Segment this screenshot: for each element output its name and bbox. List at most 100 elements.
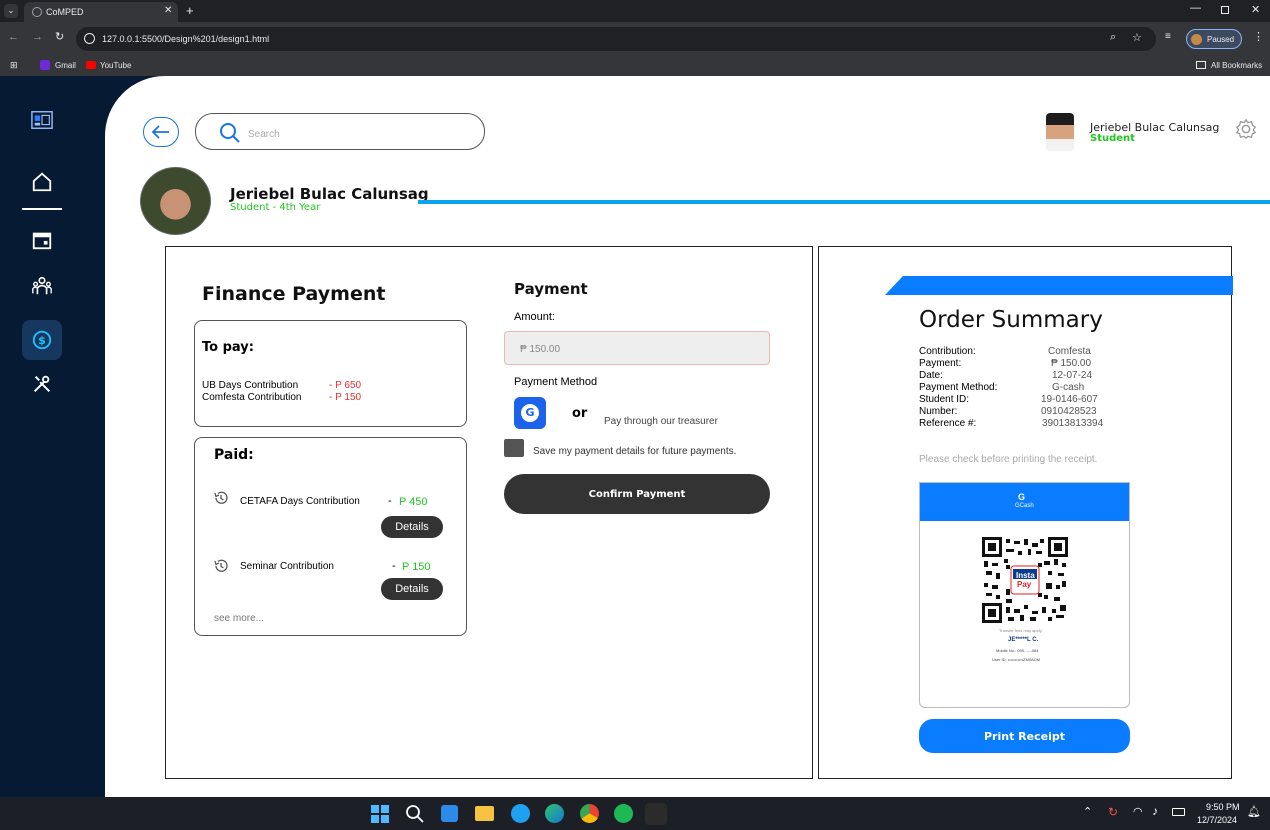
weather-app-icon[interactable] [511, 804, 530, 823]
start-tile [371, 815, 379, 823]
search-icon [220, 123, 240, 143]
restore-icon[interactable] [1221, 6, 1229, 14]
paid-amount: P 450 [399, 496, 428, 508]
settings-gear-icon[interactable] [1235, 118, 1257, 140]
confirm-payment-button[interactable]: Confirm Payment [504, 474, 770, 514]
zoom-icon[interactable]: ⌕ [1110, 31, 1116, 44]
tab-close-icon[interactable]: ✕ [164, 5, 172, 16]
header-avatar[interactable] [1046, 113, 1074, 151]
summary-row: Reference #: 39013813394 [919, 418, 1149, 430]
print-receipt-button[interactable]: Print Receipt [919, 719, 1130, 753]
url-text: 127.0.0.1:5500/Design%201/design1.html [102, 34, 270, 44]
file-explorer-icon[interactable] [475, 806, 494, 821]
spotify-icon[interactable] [614, 804, 633, 823]
minimize-icon[interactable]: — [1190, 2, 1201, 14]
to-pay-title: To pay: [202, 340, 254, 355]
summary-row: Student ID: 19-0146-607 [919, 394, 1149, 406]
see-more-link[interactable]: see more... [214, 613, 264, 624]
taskbar: ⌃ ↻ ◠ ♪ 9:50 PM 12/7/2024 🔔︎ [0, 797, 1270, 830]
summary-value: G-cash [1052, 382, 1085, 393]
pay-treasurer-option[interactable]: Pay through our treasurer [604, 416, 718, 427]
sidebar-divider [22, 208, 62, 210]
window-close-icon[interactable]: ✕ [1251, 3, 1260, 16]
summary-value: Comfesta [1048, 346, 1091, 357]
qr-user-id: User ID: •••••••••••ZM0ADM [992, 657, 1041, 662]
amount-value: ₱ 150.00 [520, 344, 561, 355]
payment-title: Payment [514, 280, 588, 298]
search-bar[interactable]: Search [195, 113, 485, 150]
finance-nav-icon[interactable]: $ [22, 320, 62, 360]
summary-value: 12-07-24 [1052, 370, 1093, 381]
amount-field[interactable]: ₱ 150.00 [504, 331, 770, 365]
all-bookmarks[interactable]: All Bookmarks [1211, 61, 1262, 70]
main-panel: Search Jeriebel Bulac Calunsag Student J… [105, 76, 1270, 797]
bookmark-youtube[interactable]: YouTube [100, 61, 131, 70]
qr-badge-top: Insta [1016, 571, 1035, 580]
browser-menu-icon[interactable]: ⋮ [1253, 30, 1264, 43]
extensions-icon[interactable]: ≡ [1165, 31, 1171, 42]
back-button[interactable] [143, 117, 179, 147]
windows-start-icon[interactable] [371, 805, 389, 823]
summary-row: Payment Method: G-cash [919, 382, 1149, 394]
forward-nav-icon[interactable]: → [32, 31, 43, 43]
wifi-icon[interactable]: ◠ [1133, 805, 1143, 818]
app-logo-icon[interactable] [22, 100, 62, 140]
notification-bell-icon[interactable]: 🔔︎ [1247, 805, 1261, 818]
tray-chevron-icon[interactable]: ⌃ [1083, 805, 1092, 818]
gcash-header: G GCash [920, 483, 1129, 521]
paid-box: Paid: CETAFA Days Contribution - P 450 D… [194, 437, 467, 636]
bookmark-star-icon[interactable]: ☆ [1132, 31, 1142, 44]
tools-icon[interactable] [22, 364, 62, 404]
reload-icon[interactable]: ↻ [55, 30, 64, 43]
summary-key: Reference #: [919, 418, 977, 429]
taskbar-search-icon[interactable] [405, 804, 425, 824]
search-input[interactable]: Search [248, 129, 280, 140]
volume-icon[interactable]: ♪ [1152, 804, 1158, 818]
url-field[interactable]: 127.0.0.1:5500/Design%201/design1.html ⌕… [76, 27, 1156, 51]
gcash-option-icon[interactable]: G [514, 397, 546, 429]
paid-amount: P 150 [402, 561, 431, 573]
new-tab-icon[interactable]: + [186, 3, 194, 18]
summary-key: Number: [919, 406, 958, 417]
summary-value: 39013813394 [1042, 418, 1104, 429]
calendar-icon[interactable] [22, 220, 62, 260]
profile-chip[interactable]: Paused [1186, 29, 1242, 49]
profile-divider-line [418, 200, 1270, 204]
save-details-checkbox[interactable] [504, 439, 524, 457]
clock-time[interactable]: 9:50 PM [1206, 802, 1240, 812]
back-nav-icon[interactable]: ← [8, 31, 19, 43]
browser-tab[interactable]: CoMPED ✕ [24, 2, 178, 22]
paid-label: Seminar Contribution [240, 561, 334, 572]
summary-key: Payment: [919, 358, 962, 369]
order-summary-title: Order Summary [919, 307, 1103, 333]
people-icon[interactable] [22, 266, 62, 306]
summary-value: 19-0146-607 [1041, 394, 1098, 405]
paid-label: CETAFA Days Contribution [240, 496, 360, 507]
store-icon[interactable] [441, 805, 458, 822]
qr-account-name: JE*****L C. [1008, 637, 1039, 643]
clock-date[interactable]: 12/7/2024 [1197, 815, 1237, 825]
tab-search-button[interactable]: ⌄ [4, 4, 18, 18]
figma-icon[interactable] [645, 803, 667, 825]
summary-key: Payment Method: [919, 382, 998, 393]
paid-dash: - [392, 560, 396, 572]
qr-mobile: Mobile No.: 095- ----084 [996, 648, 1039, 653]
globe-icon [32, 7, 42, 17]
battery-icon[interactable] [1172, 808, 1185, 816]
details-button[interactable]: Details [381, 578, 443, 600]
summary-row: Date: 12-07-24 [919, 370, 1149, 382]
start-tile [371, 805, 379, 813]
apps-grid-icon[interactable]: ⊞ [10, 60, 18, 71]
home-icon[interactable] [22, 162, 62, 202]
chrome-icon[interactable] [580, 804, 599, 823]
youtube-bookmark-icon [86, 61, 96, 69]
summary-row: Number: 0910428523 [919, 406, 1149, 418]
site-info-icon[interactable] [84, 33, 95, 44]
sync-tray-icon[interactable]: ↻ [1108, 805, 1118, 819]
finance-title: Finance Payment [202, 283, 386, 305]
start-tile [381, 805, 389, 813]
edge-icon[interactable] [545, 804, 564, 823]
browser-tab-strip: ⌄ CoMPED ✕ + — ✕ [0, 0, 1270, 22]
details-button[interactable]: Details [381, 516, 443, 538]
bookmark-gmail[interactable]: Gmail [55, 61, 76, 70]
